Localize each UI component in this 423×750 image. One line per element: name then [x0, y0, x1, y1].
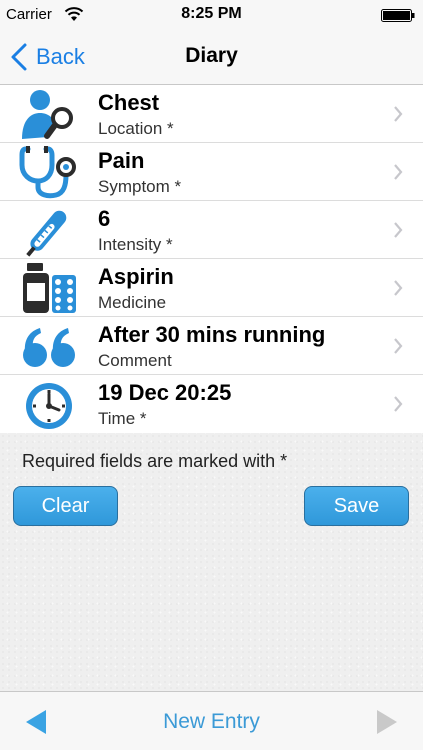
save-button[interactable]: Save — [304, 486, 409, 526]
status-time: 8:25 PM — [181, 5, 242, 22]
clock-icon — [18, 377, 80, 431]
row-subtitle: Comment — [98, 351, 172, 370]
navigation-bar: Back Diary — [0, 30, 423, 85]
row-title: After 30 mins running — [98, 322, 326, 347]
list-item-location[interactable]: Chest Location * — [0, 85, 423, 143]
chevron-right-icon — [394, 106, 403, 122]
new-entry-label[interactable]: New Entry — [0, 710, 423, 734]
thermometer-icon — [18, 203, 80, 257]
row-subtitle: Time * — [98, 409, 147, 428]
row-subtitle: Location * — [98, 119, 174, 138]
page-title: Diary — [185, 44, 238, 67]
pill-bottle-icon — [18, 261, 80, 315]
required-fields-note: Required fields are marked with * — [22, 451, 288, 471]
battery-icon — [381, 9, 415, 22]
chevron-right-icon — [394, 396, 403, 412]
row-title: Aspirin — [98, 264, 174, 289]
row-subtitle: Intensity * — [98, 235, 173, 254]
form-panel: Required fields are marked with * Clear … — [0, 433, 423, 691]
stethoscope-icon — [18, 145, 80, 199]
row-title: 6 — [98, 206, 111, 231]
quote-icon — [18, 319, 80, 373]
row-subtitle: Medicine — [98, 293, 167, 312]
chevron-right-icon — [394, 222, 403, 238]
row-title: Chest — [98, 90, 160, 115]
row-subtitle: Symptom * — [98, 177, 182, 196]
next-arrow-icon[interactable] — [375, 709, 399, 735]
list-item-comment[interactable]: After 30 mins running Comment — [0, 317, 423, 375]
status-bar: Carrier 8:25 PM — [0, 0, 423, 30]
chevron-right-icon — [394, 338, 403, 354]
list-item-time[interactable]: 19 Dec 20:25 Time * — [0, 375, 423, 433]
bottom-toolbar: New Entry — [0, 691, 423, 750]
chevron-right-icon — [394, 164, 403, 180]
list-item-medicine[interactable]: Aspirin Medicine — [0, 259, 423, 317]
list-item-symptom[interactable]: Pain Symptom * — [0, 143, 423, 201]
entry-list: Chest Location * Pain Symptom * 6 Intens… — [0, 85, 423, 433]
list-item-intensity[interactable]: 6 Intensity * — [0, 201, 423, 259]
row-title: 19 Dec 20:25 — [98, 380, 232, 405]
chevron-right-icon — [394, 280, 403, 296]
row-title: Pain — [98, 148, 145, 173]
person-search-icon — [18, 87, 80, 141]
clear-button[interactable]: Clear — [13, 486, 118, 526]
